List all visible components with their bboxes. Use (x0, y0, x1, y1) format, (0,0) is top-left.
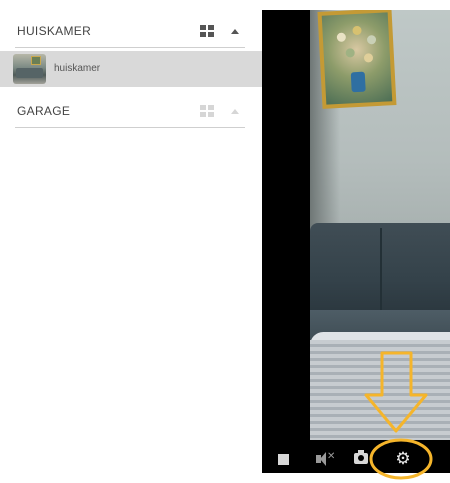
painting-in-feed (317, 10, 397, 109)
mute-icon[interactable]: ✕ (316, 451, 335, 467)
stop-icon[interactable] (278, 454, 289, 465)
group-header-huiskamer[interactable]: HUISKAMER (15, 14, 245, 48)
camera-icon[interactable] (354, 450, 368, 464)
group-title: HUISKAMER (17, 24, 92, 38)
camera-thumbnail (13, 54, 46, 84)
gear-icon[interactable]: ⚙ (393, 449, 413, 469)
group-title: GARAGE (17, 104, 71, 118)
video-player[interactable]: ✕ ⚙ (262, 10, 450, 473)
camera-list-panel: HUISKAMER huiskamer GARAGE (0, 0, 262, 483)
camera-list-item-huiskamer[interactable]: huiskamer (0, 51, 262, 87)
collapse-caret-icon[interactable] (231, 109, 239, 114)
camera-label: huiskamer (54, 63, 101, 74)
grid-view-icon[interactable] (200, 25, 214, 37)
live-camera-feed (310, 10, 450, 440)
player-controls-bar: ✕ ⚙ (262, 446, 450, 473)
collapse-caret-icon[interactable] (231, 29, 239, 34)
grid-view-icon[interactable] (200, 105, 214, 117)
group-header-garage[interactable]: GARAGE (15, 94, 245, 128)
